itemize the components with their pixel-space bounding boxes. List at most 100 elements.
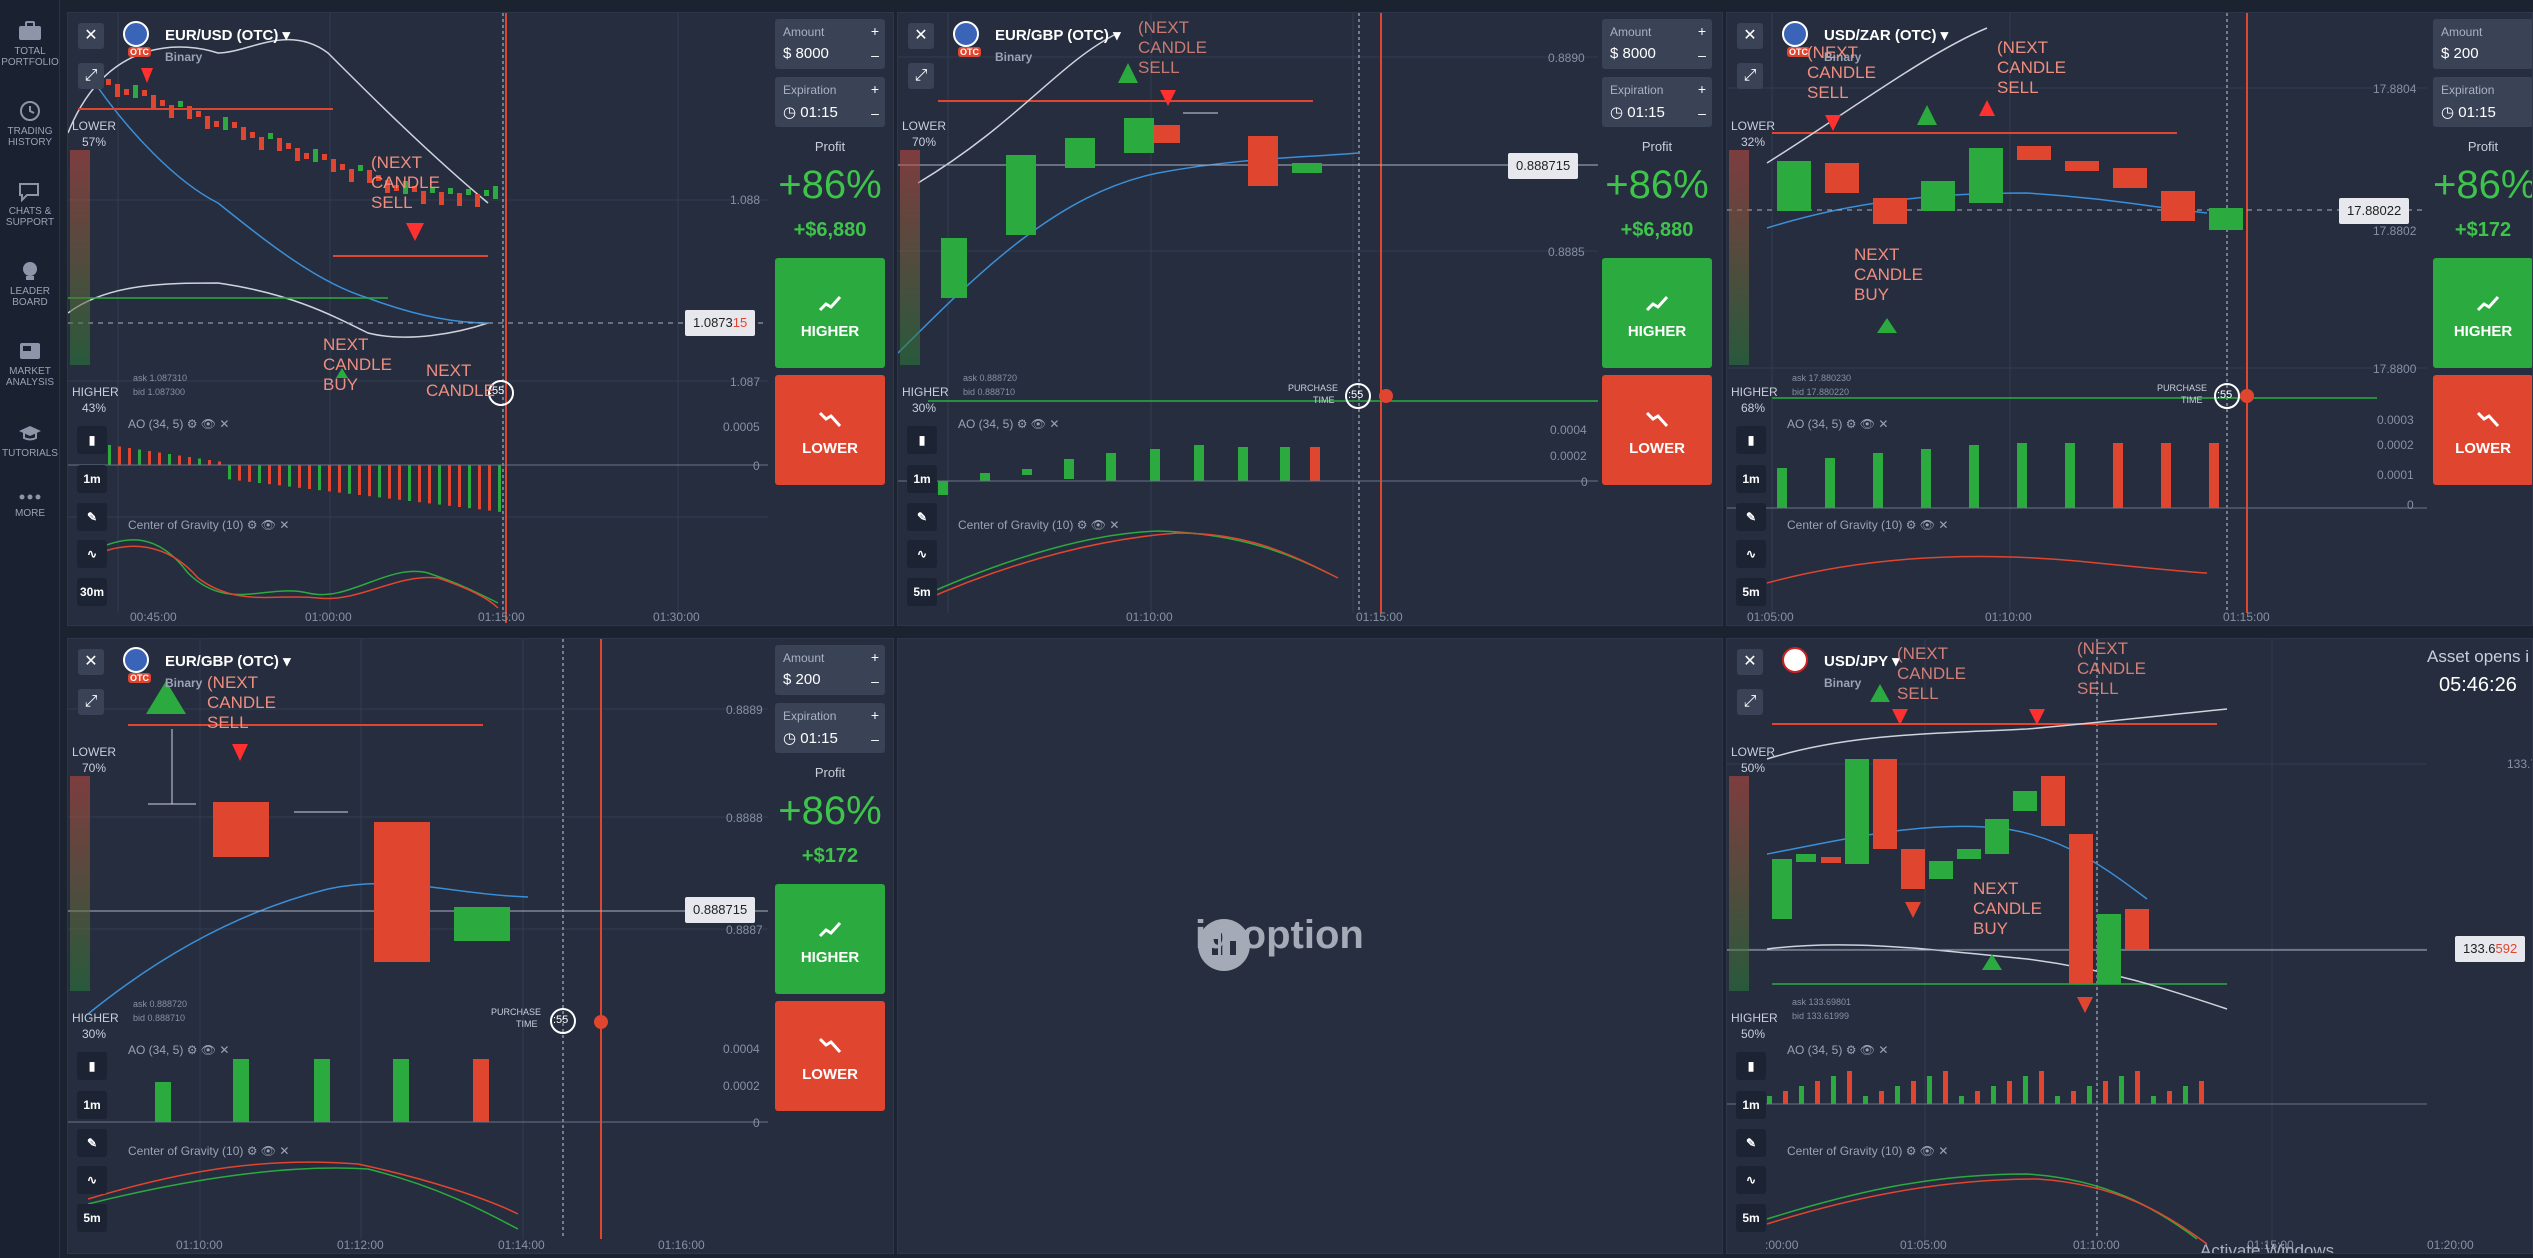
close-panel-button[interactable]: ✕ (908, 23, 934, 49)
expiration-decrease-button[interactable]: – (1692, 105, 1712, 121)
close-panel-button[interactable]: ✕ (1737, 23, 1763, 49)
lower-button[interactable]: LOWER (775, 375, 885, 485)
asset-selector[interactable]: USD/JPY ▾ (1824, 652, 1900, 670)
indicators-button[interactable]: ∿ (77, 540, 107, 568)
cog-indicator-label[interactable]: Center of Gravity (10) ⚙ 👁 ✕ (1787, 518, 1948, 532)
expiration-decrease-button[interactable]: – (865, 731, 885, 747)
expand-panel-button[interactable]: ⤢ (78, 63, 104, 89)
chart-type-button[interactable]: ▮ (77, 426, 107, 454)
candle-timeframe-button[interactable]: 30m (77, 578, 107, 606)
drawing-tool-button[interactable]: ✎ (77, 1129, 107, 1157)
expiration-increase-button[interactable]: + (865, 81, 885, 97)
asset-selector[interactable]: EUR/GBP (OTC) ▾ (165, 652, 291, 670)
sidebar-item-market-analysis[interactable]: MARKET ANALYSIS (0, 340, 60, 388)
lower-button[interactable]: LOWER (1602, 375, 1712, 485)
amount-decrease-button[interactable]: – (1692, 47, 1712, 63)
higher-button[interactable]: HIGHER (1602, 258, 1712, 368)
close-panel-button[interactable]: ✕ (78, 649, 104, 675)
lower-label: LOWER (1731, 119, 1776, 133)
amount-increase-button[interactable]: + (865, 23, 885, 39)
cog-indicator-label[interactable]: Center of Gravity (10) ⚙ 👁 ✕ (128, 1144, 289, 1158)
expand-panel-button[interactable]: ⤢ (1737, 63, 1763, 89)
sidebar-item-more[interactable]: MORE (0, 490, 60, 519)
expiration-increase-button[interactable]: + (1692, 81, 1712, 97)
chart-type-button[interactable]: ▮ (77, 1052, 107, 1080)
annotation-next-candle-sell: (NEXT CANDLE SELL (371, 153, 440, 212)
asset-selector[interactable]: USD/ZAR (OTC) ▾ (1824, 26, 1948, 44)
indicators-button[interactable]: ∿ (907, 540, 937, 568)
indicators-button[interactable]: ∿ (1736, 1166, 1766, 1194)
ao-bar (408, 465, 411, 501)
expiration-label: Expiration (783, 83, 837, 97)
cog-indicator-label[interactable]: Center of Gravity (10) ⚙ 👁 ✕ (958, 518, 1119, 532)
lower-button[interactable]: LOWER (775, 1001, 885, 1111)
timeframe-button[interactable]: 1m (907, 465, 937, 493)
amount-increase-button[interactable]: + (865, 649, 885, 665)
close-panel-button[interactable]: ✕ (1737, 649, 1763, 675)
close-panel-button[interactable]: ✕ (78, 23, 104, 49)
sidebar-item-tutorials[interactable]: TUTORIALS (0, 422, 60, 459)
ao-bar (458, 465, 461, 507)
higher-button[interactable]: HIGHER (775, 884, 885, 994)
sidebar-item-trading-history[interactable]: TRADING HISTORY (0, 100, 60, 148)
sidebar-item-chats-support[interactable]: CHATS & SUPPORT (0, 180, 60, 228)
annotation-next-candle-sell: (NEXT CANDLE SELL (2077, 639, 2146, 698)
amount-field[interactable]: Amount $ 200 + – (775, 645, 885, 695)
expand-panel-button[interactable]: ⤢ (908, 63, 934, 89)
indicators-button[interactable]: ∿ (77, 1166, 107, 1194)
amount-decrease-button[interactable]: – (865, 673, 885, 689)
drawing-tool-button[interactable]: ✎ (1736, 1129, 1766, 1157)
chart-type-button[interactable]: ▮ (1736, 426, 1766, 454)
asset-selector[interactable]: EUR/USD (OTC) ▾ (165, 26, 290, 44)
higher-button[interactable]: HIGHER (775, 258, 885, 368)
timeframe-button[interactable]: 1m (77, 465, 107, 493)
timeframe-button[interactable]: 1m (1736, 465, 1766, 493)
amount-decrease-button[interactable]: – (865, 47, 885, 63)
timeframe-button[interactable]: 1m (1736, 1091, 1766, 1119)
y-axis-tick: 0.8890 (1548, 51, 1585, 65)
chart-type-button[interactable]: ▮ (1736, 1052, 1766, 1080)
expiration-field[interactable]: Expiration ◷ 01:15 + – (775, 703, 885, 753)
amount-field[interactable]: Amount $ 8000 + – (1602, 19, 1712, 69)
chart-type-button[interactable]: ▮ (907, 426, 937, 454)
indicators-button[interactable]: ∿ (1736, 540, 1766, 568)
expiration-field[interactable]: Expiration ◷ 01:15 + – (775, 77, 885, 127)
asset-selector[interactable]: EUR/GBP (OTC) ▾ (995, 26, 1121, 44)
ao-indicator-label[interactable]: AO (34, 5) ⚙ 👁 ✕ (1787, 1043, 1888, 1057)
drawing-tool-button[interactable]: ✎ (1736, 503, 1766, 531)
ao-bar (118, 446, 121, 465)
ao-bar (1799, 1086, 1804, 1104)
ao-indicator-label[interactable]: AO (34, 5) ⚙ 👁 ✕ (128, 417, 229, 431)
ao-indicator-label[interactable]: AO (34, 5) ⚙ 👁 ✕ (128, 1043, 229, 1057)
timeframe-button[interactable]: 1m (77, 1091, 107, 1119)
sidebar-item-total-portfolio[interactable]: TOTAL PORTFOLIO (0, 20, 60, 68)
expiration-field[interactable]: Expiration ◷ 01:15 (2433, 77, 2532, 127)
amount-field[interactable]: Amount $ 200 (2433, 19, 2532, 69)
drawing-tool-button[interactable]: ✎ (907, 503, 937, 531)
candle-timeframe-button[interactable]: 5m (77, 1204, 107, 1232)
expand-panel-button[interactable]: ⤢ (1737, 689, 1763, 715)
amount-field[interactable]: Amount $ 8000 + – (775, 19, 885, 69)
lower-button[interactable]: LOWER (2433, 375, 2532, 485)
drawing-tool-button[interactable]: ✎ (77, 503, 107, 531)
expiration-field[interactable]: Expiration ◷ 01:15 + – (1602, 77, 1712, 127)
ao-indicator-label[interactable]: AO (34, 5) ⚙ 👁 ✕ (1787, 417, 1888, 431)
sidebar-item-leader-board[interactable]: LEADER BOARD (0, 260, 60, 308)
amount-increase-button[interactable]: + (1692, 23, 1712, 39)
cog-indicator-label[interactable]: Center of Gravity (10) ⚙ 👁 ✕ (128, 518, 289, 532)
y-axis-tick: 0.8888 (726, 811, 763, 825)
lower-percent: 70% (912, 135, 937, 149)
cog-indicator-name: Center of Gravity (10) (1787, 1144, 1903, 1158)
expiration-decrease-button[interactable]: – (865, 105, 885, 121)
cog-indicator-label[interactable]: Center of Gravity (10) ⚙ 👁 ✕ (1787, 1144, 1948, 1158)
lower-percent: 32% (1741, 135, 1766, 149)
candle-timeframe-button[interactable]: 5m (1736, 1204, 1766, 1232)
ao-indicator-label[interactable]: AO (34, 5) ⚙ 👁 ✕ (958, 417, 1059, 431)
higher-button[interactable]: HIGHER (2433, 258, 2532, 368)
expand-panel-button[interactable]: ⤢ (78, 689, 104, 715)
candle-timeframe-button[interactable]: 5m (907, 578, 937, 606)
candle-timeframe-button[interactable]: 5m (1736, 578, 1766, 606)
expiration-increase-button[interactable]: + (865, 707, 885, 723)
x-axis-tick: 01:00:00 (305, 610, 352, 624)
ao-bar (398, 465, 401, 500)
